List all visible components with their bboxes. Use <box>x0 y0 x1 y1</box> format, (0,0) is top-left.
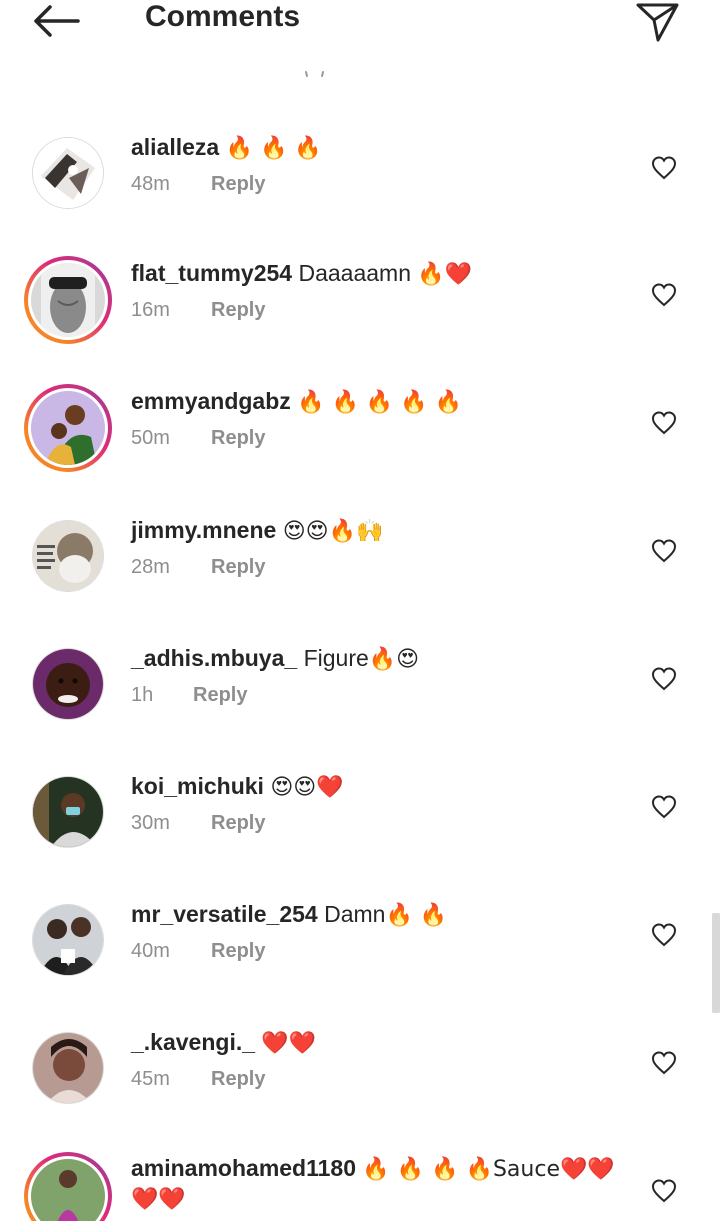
heart-icon[interactable] <box>650 793 678 821</box>
comment-time: 50m <box>131 427 170 449</box>
comment-item: _adhis.mbuya_ Figure🔥😍 1h Reply <box>0 644 720 772</box>
scrollbar[interactable] <box>712 913 720 1013</box>
comment-meta: 48m Reply <box>131 172 265 196</box>
avatar[interactable] <box>32 1032 104 1104</box>
comment-time: 16m <box>131 299 170 321</box>
heart-icon[interactable] <box>650 665 678 693</box>
comment-item: emmyandgabz 🔥 🔥 🔥 🔥 🔥 50m Reply <box>0 384 720 512</box>
scroll-indicator <box>305 71 324 77</box>
comment-meta: 16m Reply <box>131 298 265 322</box>
comment-time: 40m <box>131 940 170 962</box>
comment-username[interactable]: _.kavengi._ <box>131 1029 255 1055</box>
comment-item: _.kavengi._ ❤️❤️ 45m Reply <box>0 1028 720 1156</box>
comment-emoji: 😍😍🔥🙌 <box>282 519 384 544</box>
comment-username[interactable]: jimmy.mnene <box>131 517 276 543</box>
heart-icon[interactable] <box>650 921 678 949</box>
heart-icon[interactable] <box>650 1177 678 1205</box>
comment-emoji: 🔥😍 <box>368 647 420 672</box>
reply-button[interactable]: Reply <box>193 683 247 707</box>
avatar[interactable] <box>24 384 112 472</box>
comment-username[interactable]: koi_michuki <box>131 773 264 799</box>
comment-meta: 40m Reply <box>131 939 265 963</box>
comment-item: mr_versatile_254 Damn🔥 🔥 40m Reply <box>0 900 720 1028</box>
comment-username[interactable]: aminamohamed1180 <box>131 1155 356 1181</box>
reply-button[interactable]: Reply <box>211 298 265 322</box>
back-button[interactable] <box>28 0 84 42</box>
heart-icon[interactable] <box>650 409 678 437</box>
heart-icon[interactable] <box>650 537 678 565</box>
avatar[interactable] <box>32 776 104 848</box>
comment-username[interactable]: _adhis.mbuya_ <box>131 645 297 671</box>
avatar[interactable] <box>32 904 104 976</box>
heart-icon[interactable] <box>650 1049 678 1077</box>
reply-button[interactable]: Reply <box>211 811 265 835</box>
comment-text: Figure <box>297 645 369 671</box>
header-bar: Comments <box>0 0 720 58</box>
avatar[interactable] <box>24 1152 112 1221</box>
comment-item: flat_tummy254 Daaaaamn 🔥❤️ 16m Reply <box>0 256 720 384</box>
comment-item: koi_michuki 😍😍❤️ 30m Reply <box>0 772 720 900</box>
comment-username[interactable]: emmyandgabz <box>131 388 291 414</box>
reply-button[interactable]: Reply <box>211 172 265 196</box>
reply-button[interactable]: Reply <box>211 426 265 450</box>
comment-meta: 50m Reply <box>131 426 265 450</box>
comment-time: 1h <box>131 684 154 706</box>
reply-button[interactable]: Reply <box>211 1067 265 1091</box>
avatar[interactable] <box>32 648 104 720</box>
comment-username[interactable]: flat_tummy254 <box>131 260 292 286</box>
comment-emoji: 😍😍❤️ <box>270 775 344 800</box>
comment-meta: 45m Reply <box>131 1067 265 1091</box>
heart-icon[interactable] <box>650 154 678 182</box>
comment-emoji: 🔥 🔥 <box>385 903 448 928</box>
comment-item: aminamohamed1180 🔥 🔥 🔥 🔥Sauce❤️❤️ ❤️❤️ <box>0 1152 720 1221</box>
comment-time: 28m <box>131 556 170 578</box>
comment-emoji: 🔥 🔥 🔥 <box>225 136 322 161</box>
paper-plane-icon <box>636 3 679 42</box>
comment-item: alialleza 🔥 🔥 🔥 48m Reply <box>0 133 720 261</box>
page-title: Comments <box>145 0 301 33</box>
avatar[interactable] <box>24 256 112 344</box>
comment-emoji: 🔥 🔥 🔥 🔥 🔥 <box>297 390 463 415</box>
comment-item: jimmy.mnene 😍😍🔥🙌 28m Reply <box>0 516 720 644</box>
comment-text: Damn <box>317 901 386 927</box>
avatar[interactable] <box>32 520 104 592</box>
comment-meta: 30m Reply <box>131 811 265 835</box>
comment-emoji: ❤️❤️ <box>261 1031 317 1056</box>
reply-button[interactable]: Reply <box>211 939 265 963</box>
heart-icon[interactable] <box>650 281 678 309</box>
arrow-left-icon <box>34 5 80 37</box>
comment-username[interactable]: alialleza <box>131 134 219 160</box>
comment-time: 30m <box>131 812 170 834</box>
comment-meta: 28m Reply <box>131 555 265 579</box>
avatar[interactable] <box>32 137 104 209</box>
reply-button[interactable]: Reply <box>211 555 265 579</box>
comment-emoji: 🔥❤️ <box>417 262 473 287</box>
comment-time: 48m <box>131 173 170 195</box>
comment-time: 45m <box>131 1068 170 1090</box>
comment-text: Daaaaamn <box>292 260 418 286</box>
comment-username[interactable]: mr_versatile_254 <box>131 901 318 927</box>
share-button[interactable] <box>630 0 684 44</box>
comment-meta: 1h Reply <box>131 683 247 707</box>
